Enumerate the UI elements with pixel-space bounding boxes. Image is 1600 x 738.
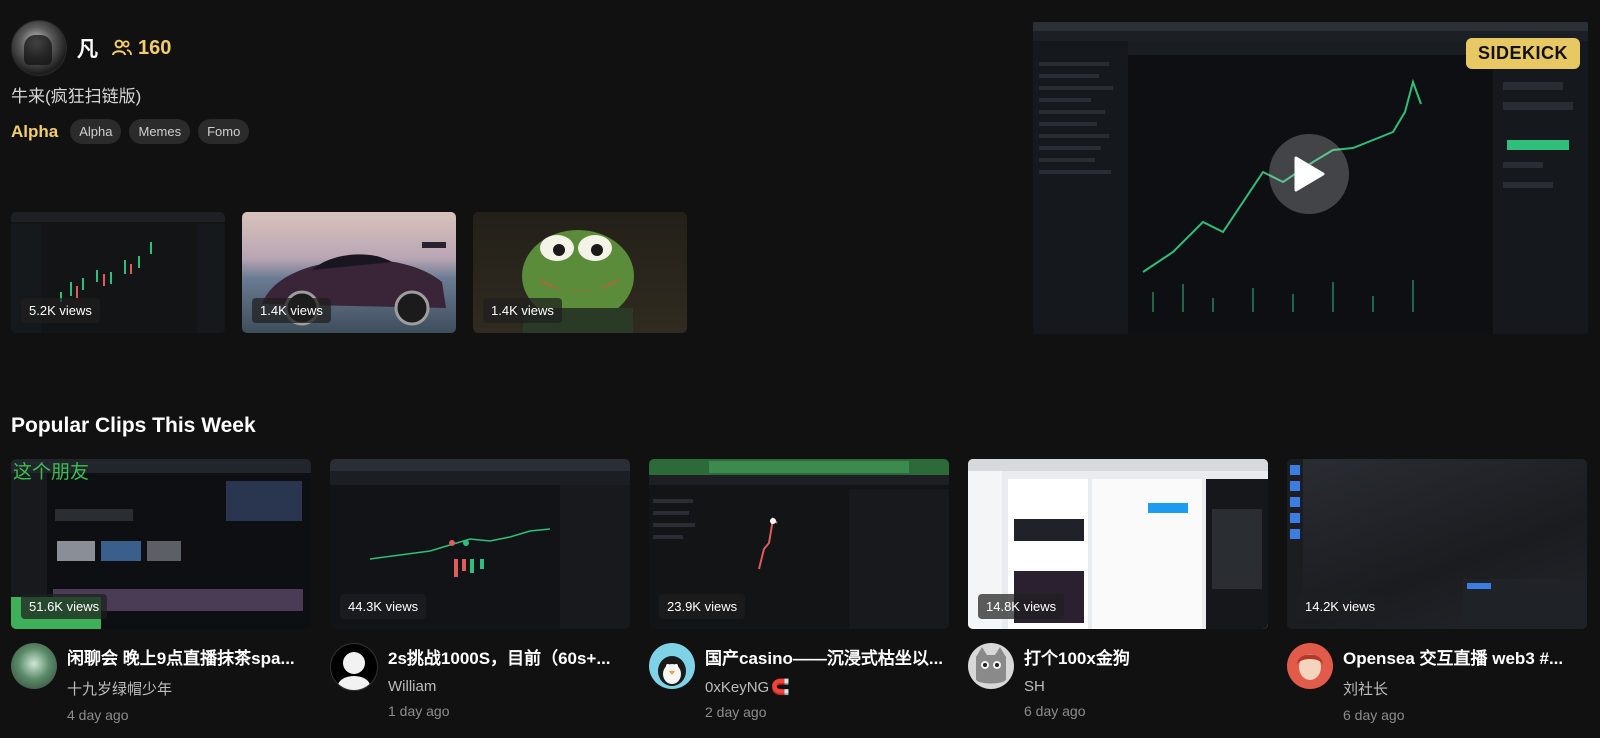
clip-text: Opensea 交互直播 web3 #... 刘社长 6 day ago xyxy=(1343,643,1587,723)
clip-thumbnail[interactable]: 44.3K views xyxy=(330,459,630,629)
clip-author[interactable]: 十九岁绿帽少年 xyxy=(67,678,311,699)
clip-thumbnail[interactable]: 14.2K views xyxy=(1287,459,1587,629)
clip-info: 打个100x金狗 SH 6 day ago xyxy=(968,643,1268,719)
profile-row: 凡 160 xyxy=(11,20,571,76)
profile-header: 凡 160 牛来(疯狂扫链版) Alpha Alpha Memes Fomo xyxy=(11,20,571,144)
tag-memes[interactable]: Memes xyxy=(129,119,191,144)
video-thumbnail-sports-car[interactable]: 1.4K views xyxy=(242,212,456,333)
highlight-tag[interactable]: Alpha xyxy=(11,122,58,142)
views-badge: 14.8K views xyxy=(978,594,1065,619)
woman-avatar xyxy=(1297,654,1323,680)
clip-author[interactable]: SH xyxy=(1024,678,1268,695)
clip-author[interactable]: William xyxy=(388,678,630,695)
clip-title[interactable]: 打个100x金狗 xyxy=(1024,644,1268,669)
tag-fomo[interactable]: Fomo xyxy=(198,119,250,144)
featured-video-player[interactable]: SIDEKICK xyxy=(1033,22,1588,334)
views-badge: 51.6K views xyxy=(21,594,108,619)
clip-title[interactable]: 闲聊会 晚上9点直播抹茶spa... xyxy=(67,644,311,669)
sidekick-badge: SIDEKICK xyxy=(1465,38,1580,69)
clip-card[interactable]: 这个朋友 51.6K views 闲聊会 晚上9点直播抹茶spa... 十九岁绿… xyxy=(11,459,311,723)
clip-card[interactable]: 23.9K views 国产casino——沉浸式枯坐以... 0xKeyNG 🧲… xyxy=(649,459,949,723)
clip-text: 闲聊会 晚上9点直播抹茶spa... 十九岁绿帽少年 4 day ago xyxy=(67,643,311,723)
magnet-icon: 🧲 xyxy=(771,679,790,696)
views-badge: 1.4K views xyxy=(252,298,331,323)
views-badge: 23.9K views xyxy=(659,594,746,619)
cat-avatar xyxy=(976,647,1006,684)
clip-thumbnail[interactable]: 14.8K views xyxy=(968,459,1268,629)
clip-card[interactable]: 14.2K views Opensea 交互直播 web3 #... 刘社长 6… xyxy=(1287,459,1587,723)
profile-bio: 牛来(疯狂扫链版) xyxy=(11,87,142,106)
clip-date: 6 day ago xyxy=(1024,703,1086,719)
clip-date: 2 day ago xyxy=(705,704,767,720)
video-thumbnail-pepe[interactable]: 1.4K views xyxy=(473,212,687,333)
clip-thumbnail[interactable]: 23.9K views xyxy=(649,459,949,629)
tag-alpha[interactable]: Alpha xyxy=(70,119,122,144)
avatar-silhouette xyxy=(338,652,370,690)
followers-icon xyxy=(112,39,132,56)
section-title-popular-clips: Popular Clips This Week xyxy=(11,414,256,437)
avatar[interactable] xyxy=(1287,643,1333,689)
clip-author[interactable]: 0xKeyNG 🧲 xyxy=(705,678,949,696)
recent-videos: 5.2K views 1.4K views 1.4K views xyxy=(11,212,704,333)
clip-text: 国产casino——沉浸式枯坐以... 0xKeyNG 🧲 2 day ago xyxy=(705,643,949,720)
clip-overlay-text: 这个朋友 xyxy=(13,462,90,483)
clip-title[interactable]: 2s挑战1000S，目前（60s+... xyxy=(388,644,630,669)
popular-clips-list: 这个朋友 51.6K views 闲聊会 晚上9点直播抹茶spa... 十九岁绿… xyxy=(11,459,1587,723)
tag-list: Alpha Alpha Memes Fomo xyxy=(11,119,571,144)
avatar[interactable] xyxy=(968,643,1014,689)
penguin-avatar xyxy=(658,656,686,686)
clip-title[interactable]: 国产casino——沉浸式枯坐以... xyxy=(705,644,949,669)
views-badge: 44.3K views xyxy=(340,594,427,619)
clip-info: 闲聊会 晚上9点直播抹茶spa... 十九岁绿帽少年 4 day ago xyxy=(11,643,311,723)
clip-title[interactable]: Opensea 交互直播 web3 #... xyxy=(1343,644,1587,669)
clip-card[interactable]: 44.3K views 2s挑战1000S，目前（60s+... William… xyxy=(330,459,630,723)
clip-date: 6 day ago xyxy=(1343,707,1405,723)
clip-author[interactable]: 刘社长 xyxy=(1343,678,1587,699)
views-badge: 1.4K views xyxy=(483,298,562,323)
avatar[interactable] xyxy=(11,643,57,689)
clip-text: 2s挑战1000S，目前（60s+... William 1 day ago xyxy=(388,643,630,719)
views-badge: 5.2K views xyxy=(21,298,100,323)
views-badge: 14.2K views xyxy=(1297,594,1384,619)
followers-number: 160 xyxy=(138,36,172,59)
clip-author-name: 0xKeyNG xyxy=(705,679,770,696)
clip-card[interactable]: 14.8K views 打个100x金狗 SH 6 day ago xyxy=(968,459,1268,723)
followers-count[interactable]: 160 xyxy=(112,37,171,60)
profile-avatar[interactable] xyxy=(11,20,67,76)
clip-info: Opensea 交互直播 web3 #... 刘社长 6 day ago xyxy=(1287,643,1587,723)
avatar[interactable] xyxy=(330,643,378,691)
clip-date: 4 day ago xyxy=(67,707,129,723)
play-icon[interactable] xyxy=(1269,134,1349,214)
clip-date: 1 day ago xyxy=(388,703,450,719)
profile-name[interactable]: 凡 xyxy=(77,33,98,63)
video-thumbnail-trading-chart[interactable]: 5.2K views xyxy=(11,212,225,333)
clip-text: 打个100x金狗 SH 6 day ago xyxy=(1024,643,1268,719)
clip-thumbnail[interactable]: 这个朋友 51.6K views xyxy=(11,459,311,629)
clip-info: 2s挑战1000S，目前（60s+... William 1 day ago xyxy=(330,643,630,719)
clip-info: 国产casino——沉浸式枯坐以... 0xKeyNG 🧲 2 day ago xyxy=(649,643,949,720)
avatar[interactable] xyxy=(649,643,695,689)
